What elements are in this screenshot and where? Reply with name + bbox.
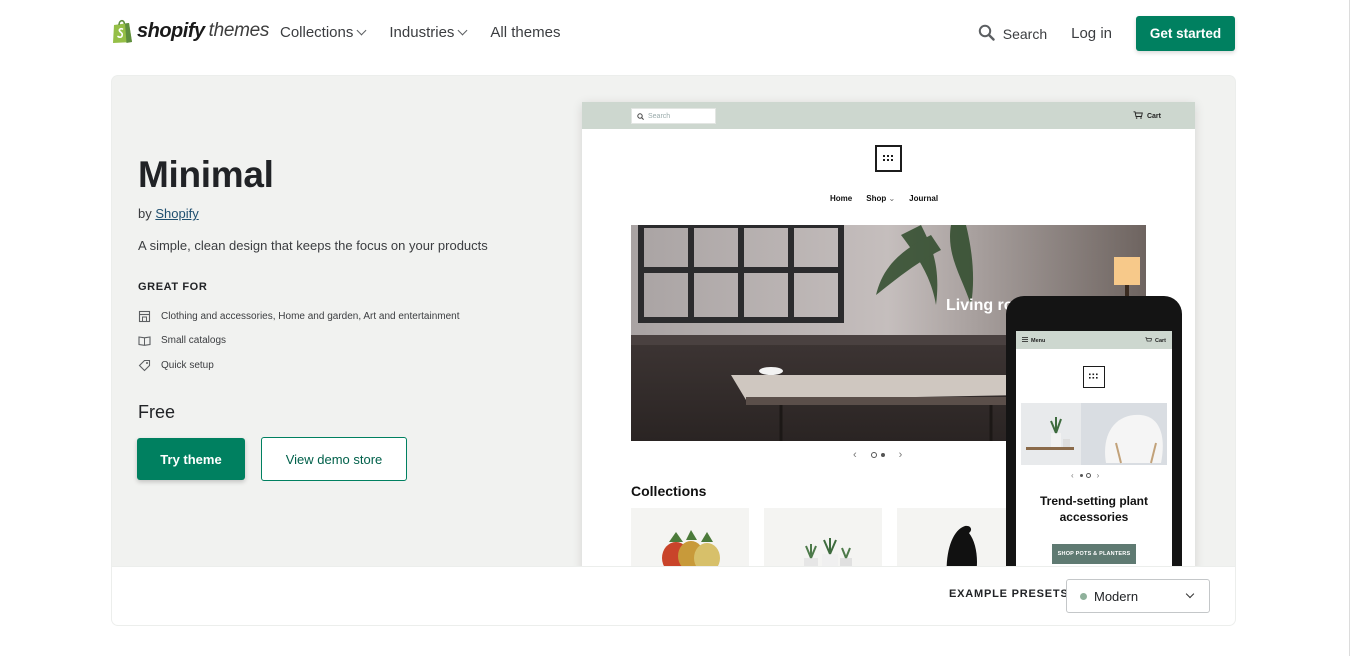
preview-collection-tile <box>631 508 749 572</box>
mobile-cart-label: Cart <box>1154 338 1166 344</box>
search-button[interactable]: Search <box>978 24 1047 44</box>
feature-item: Clothing and accessories, Home and garde… <box>138 310 460 323</box>
book-icon <box>138 334 151 347</box>
store-icon <box>138 310 151 323</box>
preset-swatch <box>1080 592 1087 600</box>
preview-hero-text: Living ro <box>946 297 1014 314</box>
hamburger-icon <box>1022 337 1028 344</box>
preview-collection-tile <box>897 508 1015 572</box>
preview-cart: Cart <box>1133 111 1161 121</box>
preview-collection-tile <box>764 508 882 572</box>
nav-collections[interactable]: Collections <box>280 24 367 41</box>
mobile-menu: Menu <box>1022 337 1045 344</box>
theme-hero-card: Minimal by Shopify A simple, clean desig… <box>112 76 1235 625</box>
theme-price: Free <box>138 402 176 422</box>
primary-nav: Collections Industries All themes <box>280 24 560 41</box>
preview-carousel-controls: ‹ › <box>853 449 902 461</box>
logo-wordmark: shopify <box>137 19 205 42</box>
preset-select[interactable]: Modern <box>1066 579 1210 613</box>
carousel-dot-active <box>1085 473 1091 478</box>
carousel-dot <box>1079 474 1083 477</box>
get-started-button[interactable]: Get started <box>1136 16 1235 51</box>
preview-store-logo <box>875 145 902 172</box>
author-link[interactable]: Shopify <box>155 206 198 221</box>
search-icon <box>978 24 995 44</box>
preview-menu-item: Journal <box>909 194 939 203</box>
chevron-down-icon <box>457 25 468 36</box>
example-presets-label: EXAMPLE PRESETS <box>949 588 1069 600</box>
mobile-cart: Cart <box>1145 337 1166 345</box>
feature-text: Small catalogs <box>161 335 227 346</box>
search-label: Search <box>1002 25 1048 42</box>
preview-menu-item: Home <box>830 194 853 203</box>
nav-industries-label: Industries <box>389 24 455 41</box>
theme-author-line: by Shopify <box>138 206 199 221</box>
tag-icon <box>138 359 151 372</box>
preview-menu-item: Shop ⌄ <box>866 194 896 203</box>
preview-collections-title: Collections <box>631 483 707 499</box>
preview-header-bar: Search Cart <box>582 102 1195 129</box>
nav-all-themes[interactable]: All themes <box>490 24 560 41</box>
mobile-preview-screen: Menu Cart ‹ › Trend-setting plant access… <box>1016 331 1172 571</box>
mobile-carousel-controls: ‹ › <box>1071 471 1099 480</box>
carousel-dot <box>880 453 885 457</box>
top-navigation: shopify themes Collections Industries Al… <box>0 0 1350 66</box>
shopify-themes-logo[interactable]: shopify themes <box>111 18 269 44</box>
author-prefix: by <box>138 206 152 221</box>
theme-title: Minimal <box>138 154 274 195</box>
nav-collections-label: Collections <box>280 24 354 41</box>
chevron-left-icon: ‹ <box>1071 471 1074 480</box>
feature-text: Clothing and accessories, Home and garde… <box>161 311 460 322</box>
shopify-bag-icon <box>111 18 133 44</box>
view-demo-store-button[interactable]: View demo store <box>261 437 407 481</box>
preset-selected-value: Modern <box>1094 588 1139 604</box>
chevron-down-icon <box>1185 589 1195 599</box>
preview-main-menu: Home Shop ⌄ Journal <box>830 194 938 203</box>
nav-actions: Search Log in Get started <box>978 16 1235 51</box>
mobile-hero-image <box>1021 403 1167 465</box>
mobile-menu-label: Menu <box>1031 337 1046 344</box>
cart-icon <box>1145 337 1152 345</box>
mobile-headline: Trend-setting plant accessories <box>1040 494 1148 524</box>
cart-icon <box>1133 111 1143 121</box>
preview-cart-label: Cart <box>1146 112 1161 120</box>
feature-text: Quick setup <box>161 360 214 371</box>
carousel-dot-active <box>870 452 877 458</box>
login-link[interactable]: Log in <box>1071 25 1112 42</box>
mobile-header-bar: Menu Cart <box>1016 331 1172 349</box>
mobile-shop-button: SHOP POTS & PLANTERS <box>1052 544 1136 564</box>
chevron-down-icon <box>356 25 367 36</box>
try-theme-button[interactable]: Try theme <box>137 438 245 480</box>
feature-item: Small catalogs <box>138 334 226 347</box>
chevron-left-icon: ‹ <box>853 449 857 461</box>
feature-item: Quick setup <box>138 359 214 372</box>
chevron-right-icon: › <box>898 449 903 461</box>
great-for-heading: GREAT FOR <box>138 281 208 293</box>
logo-suffix: themes <box>208 20 270 41</box>
preview-search-placeholder: Search <box>648 112 671 120</box>
theme-description: A simple, clean design that keeps the fo… <box>138 238 488 253</box>
preview-search-field: Search <box>631 108 716 124</box>
chevron-right-icon: › <box>1096 471 1100 480</box>
mobile-store-logo <box>1083 366 1105 388</box>
nav-all-themes-label: All themes <box>490 24 561 41</box>
nav-industries[interactable]: Industries <box>389 24 468 41</box>
mobile-preview: Menu Cart ‹ › Trend-setting plant access… <box>1006 296 1182 586</box>
